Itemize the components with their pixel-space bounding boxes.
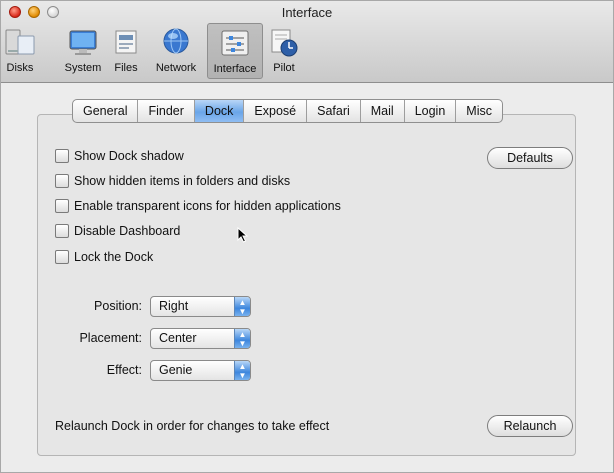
position-popup[interactable]: Right ▲ ▼	[150, 296, 251, 317]
checkbox-label: Enable transparent icons for hidden appl…	[74, 199, 341, 213]
toolbar-label-interface: Interface	[213, 63, 257, 75]
effect-value: Genie	[159, 363, 193, 377]
preferences-window: Interface Disks System Files Network Int…	[0, 0, 614, 473]
tab-general[interactable]: General	[73, 100, 139, 122]
popup-arrows-icon: ▲ ▼	[234, 329, 250, 348]
checkbox-label: Show hidden items in folders and disks	[74, 174, 291, 188]
toolbar-item-interface[interactable]: Interface	[207, 23, 263, 79]
toolbar-item-disks[interactable]: Disks	[3, 23, 37, 79]
placement-value: Center	[159, 331, 197, 345]
position-value: Right	[159, 299, 189, 313]
toolbar-item-pilot[interactable]: Pilot	[269, 23, 299, 79]
checkbox-box[interactable]	[55, 174, 69, 188]
files-icon	[110, 26, 142, 58]
show-hidden-items-checkbox[interactable]: Show hidden items in folders and disks	[55, 172, 290, 190]
checkbox-label: Lock the Dock	[74, 250, 154, 264]
tab-misc[interactable]: Misc	[456, 100, 502, 122]
toolbar-item-network[interactable]: Network	[151, 23, 201, 79]
defaults-button[interactable]: Defaults	[487, 147, 573, 169]
tab-mail[interactable]: Mail	[361, 100, 405, 122]
position-label: Position:	[94, 299, 142, 313]
relaunch-note: Relaunch Dock in order for changes to ta…	[55, 419, 330, 433]
placement-label: Placement:	[79, 331, 142, 345]
effect-popup[interactable]: Genie ▲ ▼	[150, 360, 251, 381]
tab-expose[interactable]: Exposé	[244, 100, 308, 122]
toolbar-label-pilot: Pilot	[273, 62, 295, 74]
tab-dock[interactable]: Dock	[194, 100, 245, 122]
placement-popup[interactable]: Center ▲ ▼	[150, 328, 251, 349]
toolbar-item-system[interactable]: System	[63, 23, 103, 79]
popup-arrows-icon: ▲ ▼	[234, 361, 250, 380]
disks-icon	[4, 26, 36, 58]
interface-icon	[219, 27, 251, 59]
tab-finder[interactable]: Finder	[138, 100, 195, 122]
toolbar-item-files[interactable]: Files	[111, 23, 141, 79]
toolbar-label-disks: Disks	[6, 62, 34, 74]
toolbar-label-network: Network	[155, 62, 197, 74]
checkbox-box[interactable]	[55, 199, 69, 213]
system-icon	[67, 26, 99, 58]
transparent-icons-checkbox[interactable]: Enable transparent icons for hidden appl…	[55, 197, 341, 215]
network-icon	[160, 26, 192, 58]
checkbox-label: Show Dock shadow	[74, 149, 184, 163]
disable-dashboard-checkbox[interactable]: Disable Dashboard	[55, 222, 180, 240]
relaunch-button[interactable]: Relaunch	[487, 415, 573, 437]
title-bar: Interface Disks System Files Network Int…	[1, 1, 613, 83]
window-title: Interface	[281, 5, 333, 20]
mouse-pointer-icon	[237, 226, 249, 243]
checkbox-box[interactable]	[55, 149, 69, 163]
pilot-icon	[268, 26, 300, 58]
toolbar: Disks System Files Network Interface Pil…	[1, 21, 341, 81]
effect-label: Effect:	[106, 363, 142, 377]
tab-bar: General Finder Dock Exposé Safari Mail L…	[72, 99, 503, 123]
toolbar-label-system: System	[64, 62, 102, 74]
popup-arrows-icon: ▲ ▼	[234, 297, 250, 316]
toolbar-label-files: Files	[114, 62, 138, 74]
tab-safari[interactable]: Safari	[307, 100, 361, 122]
checkbox-box[interactable]	[55, 250, 69, 264]
checkbox-box[interactable]	[55, 224, 69, 238]
checkbox-label: Disable Dashboard	[74, 224, 181, 238]
lock-dock-checkbox[interactable]: Lock the Dock	[55, 248, 153, 266]
show-dock-shadow-checkbox[interactable]: Show Dock shadow	[55, 147, 184, 165]
tab-login[interactable]: Login	[405, 100, 457, 122]
